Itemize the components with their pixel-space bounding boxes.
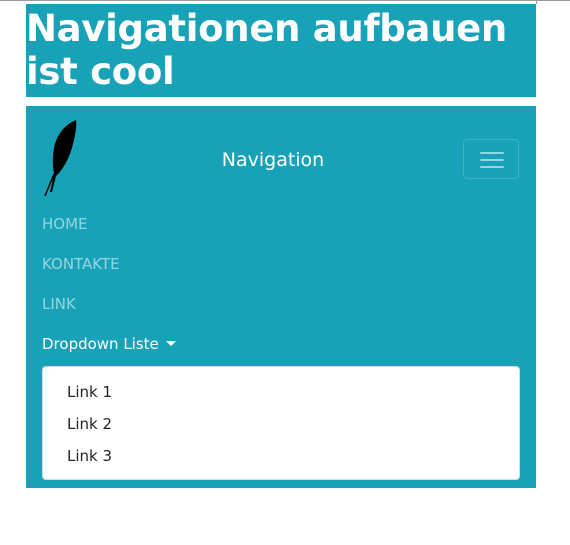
dropdown-item-link-2[interactable]: Link 2 — [67, 414, 112, 434]
hamburger-menu-icon-bar — [480, 166, 504, 168]
hamburger-menu-icon — [480, 152, 504, 154]
page-title: Navigationen aufbauen ist cool — [26, 7, 507, 93]
brand-title[interactable]: Navigation — [26, 146, 520, 174]
hamburger-menu-icon-bar — [480, 159, 504, 161]
dropdown-toggle-label: Dropdown Liste — [42, 335, 159, 353]
dropdown-menu: Link 1 Link 2 Link 3 — [42, 366, 520, 480]
dropdown-item-link-3[interactable]: Link 3 — [67, 446, 112, 466]
dropdown-item-link-1[interactable]: Link 1 — [67, 382, 112, 402]
navbar: Navigation HOME KONTAKTE LINK Dropdown L… — [26, 106, 536, 488]
nav-link-home[interactable]: HOME — [42, 214, 88, 234]
page-header: Navigationen aufbauen ist cool — [26, 4, 536, 97]
caret-down-icon — [165, 341, 176, 346]
nav-link-kontakte[interactable]: KONTAKTE — [42, 254, 120, 274]
nav-link-link[interactable]: LINK — [42, 294, 76, 314]
right-border — [536, 0, 537, 4]
navbar-toggler-button[interactable] — [463, 139, 519, 179]
dropdown-toggle[interactable]: Dropdown Liste — [42, 334, 176, 354]
top-border — [0, 0, 570, 1]
